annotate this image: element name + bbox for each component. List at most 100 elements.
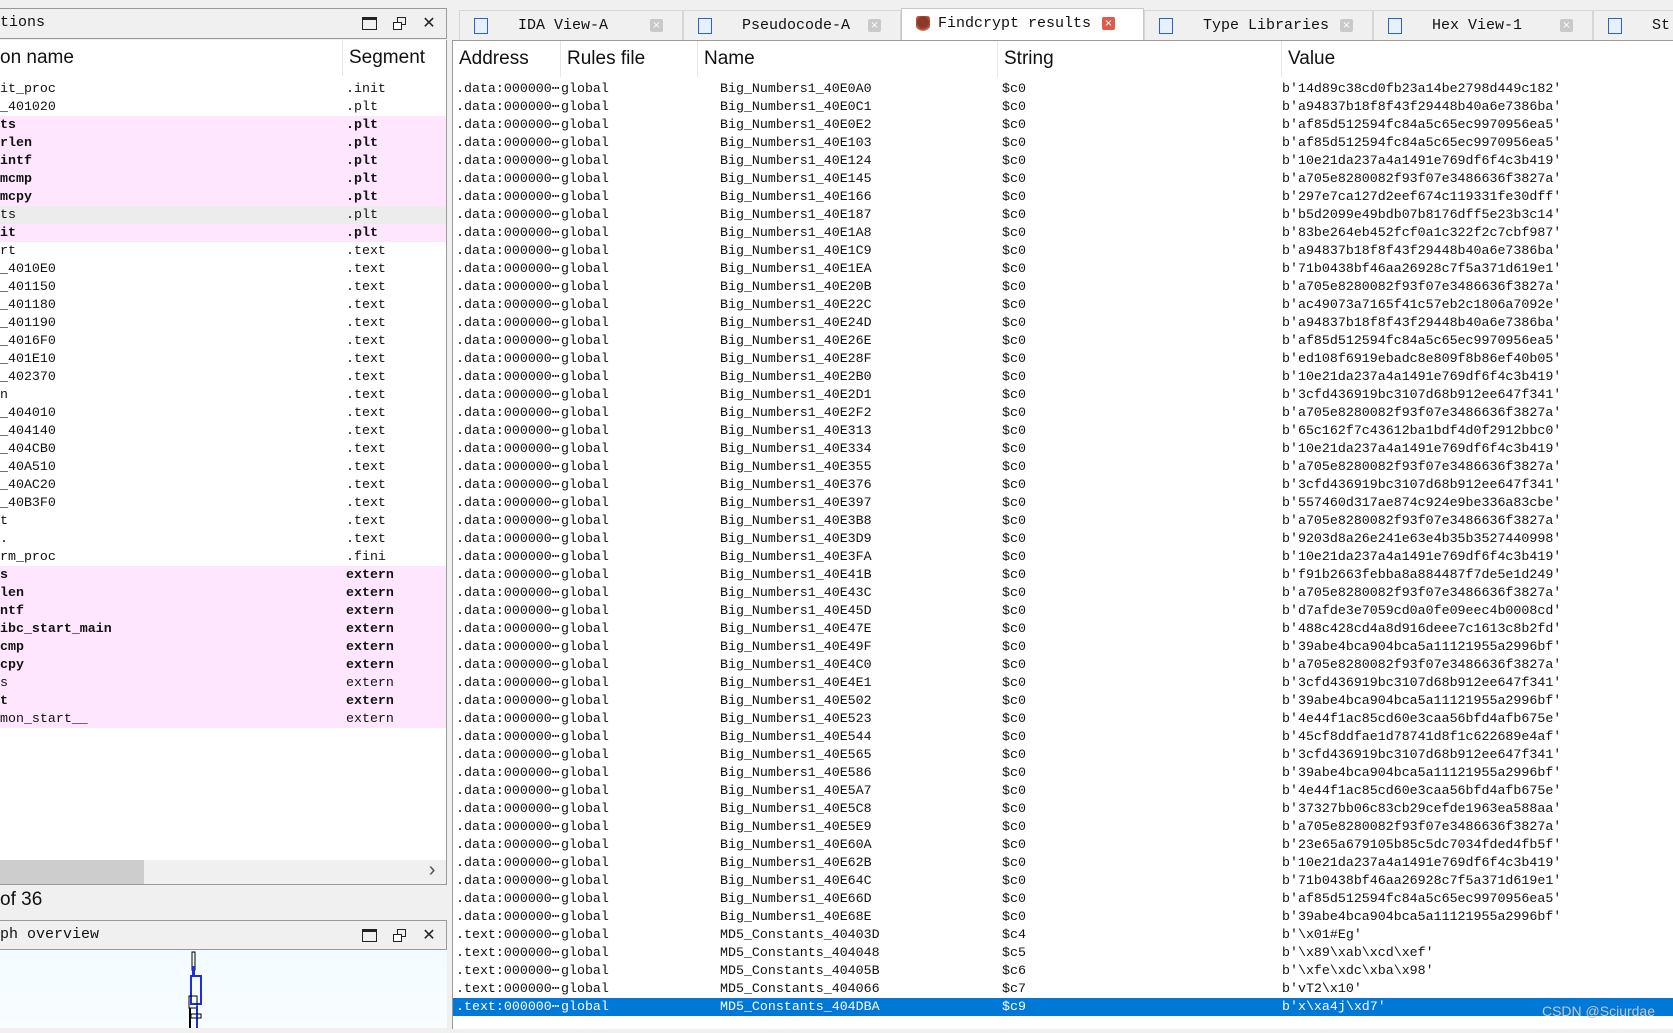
result-row[interactable]: .data:000000⋯ global Big_Numbers1_40E5E9 $c…: [453, 818, 1673, 836]
function-row[interactable]: intf .plt: [0, 152, 446, 170]
result-row[interactable]: .data:000000⋯ global Big_Numbers1_40E376 $c…: [453, 476, 1673, 494]
result-row[interactable]: .data:000000⋯ global Big_Numbers1_40E26E $c…: [453, 332, 1673, 350]
result-row[interactable]: .data:000000⋯ global Big_Numbers1_40E3B8 $c…: [453, 512, 1673, 530]
function-row[interactable]: ntf extern: [0, 602, 446, 620]
function-row[interactable]: _40A510 .text: [0, 458, 446, 476]
function-row[interactable]: it_proc .init: [0, 80, 446, 98]
function-row[interactable]: mon_start__ extern: [0, 710, 446, 728]
result-row[interactable]: .data:000000⋯ global Big_Numbers1_40E60A $c…: [453, 836, 1673, 854]
result-row[interactable]: .text:000000⋯ global MD5_Constants_40405B $…: [453, 962, 1673, 980]
function-row[interactable]: cmp extern: [0, 638, 446, 656]
result-row[interactable]: .data:000000⋯ global Big_Numbers1_40E565 $c…: [453, 746, 1673, 764]
tab-close-icon[interactable]: ×: [650, 19, 663, 32]
result-row[interactable]: .data:000000⋯ global Big_Numbers1_40E68E $c…: [453, 908, 1673, 926]
tab-close-icon[interactable]: ×: [1560, 19, 1573, 32]
function-row[interactable]: _404010 .text: [0, 404, 446, 422]
graph-overview-canvas[interactable]: [0, 950, 447, 1028]
function-row[interactable]: _404CB0 .text: [0, 440, 446, 458]
function-row[interactable]: t extern: [0, 692, 446, 710]
result-row[interactable]: .data:000000⋯ global Big_Numbers1_40E22C $c…: [453, 296, 1673, 314]
result-row[interactable]: .data:000000⋯ global Big_Numbers1_40E3FA $c…: [453, 548, 1673, 566]
result-row[interactable]: .data:000000⋯ global Big_Numbers1_40E5A7 $c…: [453, 782, 1673, 800]
horizontal-scrollbar[interactable]: ›: [0, 860, 447, 885]
tab-hex-view-1[interactable]: Hex View-1 ×: [1373, 10, 1593, 40]
result-row[interactable]: .data:000000⋯ global Big_Numbers1_40E2D1 $c…: [453, 386, 1673, 404]
tab-st[interactable]: St: [1593, 10, 1673, 40]
function-row[interactable]: _401190 .text: [0, 314, 446, 332]
result-row[interactable]: .data:000000⋯ global Big_Numbers1_40E166 $c…: [453, 188, 1673, 206]
function-row[interactable]: _401020 .plt: [0, 98, 446, 116]
tab-type-libraries[interactable]: Type Libraries ×: [1144, 10, 1373, 40]
function-row[interactable]: n .text: [0, 386, 446, 404]
result-row[interactable]: .data:000000⋯ global Big_Numbers1_40E64C $c…: [453, 872, 1673, 890]
result-row[interactable]: .data:000000⋯ global Big_Numbers1_40E1A8 $c…: [453, 224, 1673, 242]
function-row[interactable]: _402370 .text: [0, 368, 446, 386]
tab-ida-view-a[interactable]: IDA View-A ×: [459, 10, 683, 40]
column-header-value[interactable]: Value: [1282, 41, 1673, 77]
result-row[interactable]: .data:000000⋯ global Big_Numbers1_40E2F2 $c…: [453, 404, 1673, 422]
function-row[interactable]: ts .plt: [0, 206, 446, 224]
function-row[interactable]: ts .plt: [0, 116, 446, 134]
result-row[interactable]: .data:000000⋯ global Big_Numbers1_40E1EA $c…: [453, 260, 1673, 278]
maximize-icon[interactable]: [360, 13, 378, 33]
result-row[interactable]: .data:000000⋯ global Big_Numbers1_40E0C1 $c…: [453, 98, 1673, 116]
column-header-rules-file[interactable]: Rules file: [561, 41, 698, 77]
result-row[interactable]: .data:000000⋯ global Big_Numbers1_40E502 $c…: [453, 692, 1673, 710]
function-row[interactable]: ibc_start_main extern: [0, 620, 446, 638]
function-row[interactable]: mcmp .plt: [0, 170, 446, 188]
result-row[interactable]: .data:000000⋯ global Big_Numbers1_40E523 $c…: [453, 710, 1673, 728]
result-row[interactable]: .text:000000⋯ global MD5_Constants_404DBA $…: [453, 998, 1673, 1016]
function-row[interactable]: _401E10 .text: [0, 350, 446, 368]
result-row[interactable]: .data:000000⋯ global Big_Numbers1_40E28F $c…: [453, 350, 1673, 368]
function-row[interactable]: rlen .plt: [0, 134, 446, 152]
result-row[interactable]: .data:000000⋯ global Big_Numbers1_40E5C8 $c…: [453, 800, 1673, 818]
result-row[interactable]: .data:000000⋯ global Big_Numbers1_40E66D $c…: [453, 890, 1673, 908]
result-row[interactable]: .data:000000⋯ global Big_Numbers1_40E355 $c…: [453, 458, 1673, 476]
result-row[interactable]: .text:000000⋯ global MD5_Constants_404066 $…: [453, 980, 1673, 998]
tab-findcrypt-results[interactable]: Findcrypt results ×: [901, 8, 1144, 41]
scroll-right-icon[interactable]: ›: [426, 860, 438, 884]
result-row[interactable]: .data:000000⋯ global Big_Numbers1_40E47E $c…: [453, 620, 1673, 638]
result-row[interactable]: .data:000000⋯ global Big_Numbers1_40E2B0 $c…: [453, 368, 1673, 386]
result-row[interactable]: .data:000000⋯ global Big_Numbers1_40E586 $c…: [453, 764, 1673, 782]
function-row[interactable]: _40B3F0 .text: [0, 494, 446, 512]
column-header-name[interactable]: Name: [698, 41, 998, 77]
result-row[interactable]: .data:000000⋯ global Big_Numbers1_40E124 $c…: [453, 152, 1673, 170]
function-row[interactable]: mcpy .plt: [0, 188, 446, 206]
close-icon[interactable]: ✕: [420, 13, 438, 33]
function-row[interactable]: s extern: [0, 566, 446, 584]
result-row[interactable]: .data:000000⋯ global Big_Numbers1_40E4E1 $c…: [453, 674, 1673, 692]
result-row[interactable]: .text:000000⋯ global MD5_Constants_40403D $…: [453, 926, 1673, 944]
function-row[interactable]: len extern: [0, 584, 446, 602]
tab-close-icon[interactable]: ×: [1102, 17, 1115, 30]
tab-pseudocode-a[interactable]: Pseudocode-A ×: [683, 10, 901, 40]
float-icon[interactable]: [390, 925, 408, 945]
result-row[interactable]: .data:000000⋯ global Big_Numbers1_40E544 $c…: [453, 728, 1673, 746]
result-row[interactable]: .text:000000⋯ global MD5_Constants_404048 $…: [453, 944, 1673, 962]
function-row[interactable]: _4016F0 .text: [0, 332, 446, 350]
column-header-string[interactable]: String: [998, 41, 1282, 77]
result-row[interactable]: .data:000000⋯ global Big_Numbers1_40E0A0 $c…: [453, 80, 1673, 98]
column-header-segment[interactable]: Segment: [349, 40, 425, 76]
result-row[interactable]: .data:000000⋯ global Big_Numbers1_40E43C $c…: [453, 584, 1673, 602]
result-row[interactable]: .data:000000⋯ global Big_Numbers1_40E41B $c…: [453, 566, 1673, 584]
result-row[interactable]: .data:000000⋯ global Big_Numbers1_40E45D $c…: [453, 602, 1673, 620]
function-row[interactable]: cpy extern: [0, 656, 446, 674]
maximize-icon[interactable]: [360, 925, 378, 945]
result-row[interactable]: .data:000000⋯ global Big_Numbers1_40E4C0 $c…: [453, 656, 1673, 674]
result-row[interactable]: .data:000000⋯ global Big_Numbers1_40E3D9 $c…: [453, 530, 1673, 548]
function-row[interactable]: _401180 .text: [0, 296, 446, 314]
float-icon[interactable]: [390, 13, 408, 33]
function-row[interactable]: . .text: [0, 530, 446, 548]
result-row[interactable]: .data:000000⋯ global Big_Numbers1_40E313 $c…: [453, 422, 1673, 440]
function-row[interactable]: _401150 .text: [0, 278, 446, 296]
function-row[interactable]: t .text: [0, 512, 446, 530]
scrollbar-thumb[interactable]: [0, 860, 144, 884]
result-row[interactable]: .data:000000⋯ global Big_Numbers1_40E187 $c…: [453, 206, 1673, 224]
result-row[interactable]: .data:000000⋯ global Big_Numbers1_40E62B $c…: [453, 854, 1673, 872]
function-row[interactable]: s extern: [0, 674, 446, 692]
function-row[interactable]: _404140 .text: [0, 422, 446, 440]
result-row[interactable]: .data:000000⋯ global Big_Numbers1_40E145 $c…: [453, 170, 1673, 188]
result-row[interactable]: .data:000000⋯ global Big_Numbers1_40E397 $c…: [453, 494, 1673, 512]
result-row[interactable]: .data:000000⋯ global Big_Numbers1_40E49F $c…: [453, 638, 1673, 656]
